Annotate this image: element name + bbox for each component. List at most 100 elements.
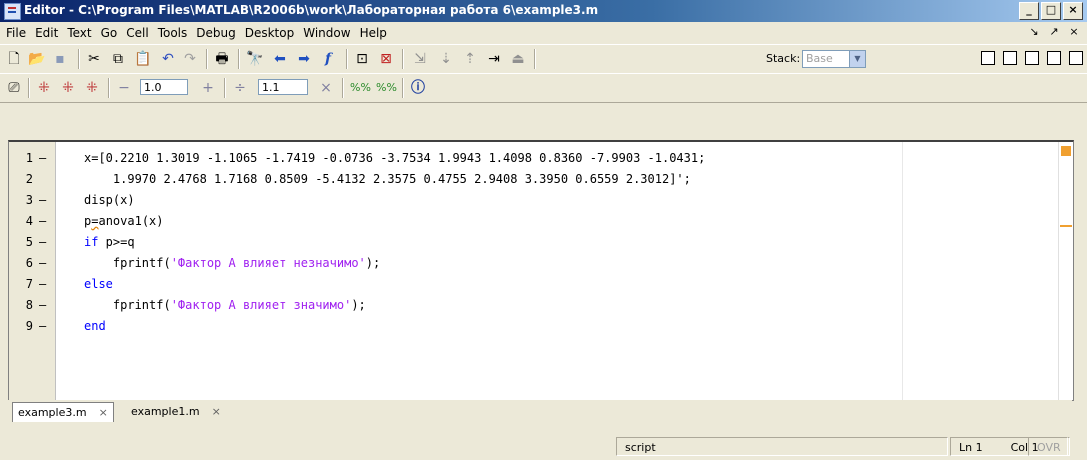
code-line[interactable]: 8– fprintf('Фактор А влияет значимо'); bbox=[9, 295, 1073, 316]
eval-file-icon[interactable]: ⁜ bbox=[60, 80, 76, 96]
menu-desktop[interactable]: Desktop bbox=[245, 26, 295, 40]
line-number: 5 bbox=[25, 235, 33, 249]
code-line[interactable]: 7– else bbox=[9, 274, 1073, 295]
tab-example1[interactable]: example1.m × bbox=[126, 402, 226, 421]
menu-go[interactable]: Go bbox=[101, 26, 118, 40]
decrement-button[interactable]: − bbox=[116, 80, 132, 96]
open-icon[interactable]: 📂 bbox=[28, 51, 45, 67]
breakpoint-marker[interactable]: – bbox=[39, 190, 46, 211]
warning-marker[interactable] bbox=[1060, 225, 1072, 227]
eval-cell-icon[interactable]: ⎚ bbox=[6, 80, 22, 96]
close-tab-icon[interactable]: × bbox=[212, 405, 221, 418]
eval-cell-advance-icon[interactable]: ⁜ bbox=[36, 80, 52, 96]
breakpoint-marker[interactable]: – bbox=[39, 316, 46, 337]
line-number: 4 bbox=[25, 214, 33, 228]
step-out-icon[interactable]: ⇡ bbox=[462, 51, 478, 67]
insert-cell-divider-icon[interactable]: %% bbox=[350, 80, 371, 96]
multiply-button[interactable]: × bbox=[318, 80, 334, 96]
code-text[interactable]: if p>=q bbox=[84, 232, 135, 253]
analyzer-bar[interactable] bbox=[1058, 142, 1073, 400]
code-line[interactable]: 9– end bbox=[9, 316, 1073, 337]
code-text[interactable]: x=[0.2210 1.3019 -1.1065 -1.7419 -0.0736… bbox=[84, 148, 705, 169]
main-toolbar: 🗋 📂 ▪ ✂ ⧉ 📋 ↶ ↷ 🖶 🔭 ⬅ ➡ f ⊡ ⊠ ⇲ ⇣ ⇡ ⇥ ⏏ … bbox=[0, 44, 1087, 74]
menu-debug[interactable]: Debug bbox=[196, 26, 235, 40]
float-window-icon[interactable] bbox=[1047, 51, 1061, 65]
tile-columns-icon[interactable] bbox=[1003, 51, 1017, 65]
breakpoint-marker[interactable]: – bbox=[39, 148, 46, 169]
stack-dropdown[interactable]: Base ▼ bbox=[802, 50, 866, 68]
clear-breakpoints-icon[interactable]: ⊠ bbox=[378, 51, 394, 67]
cell-value-field-1[interactable]: 1.0 bbox=[140, 79, 188, 95]
menu-help[interactable]: Help bbox=[360, 26, 387, 40]
code-text[interactable]: 1.9970 2.4768 1.7168 0.8509 -5.4132 2.35… bbox=[84, 169, 691, 190]
breakpoint-marker[interactable]: – bbox=[39, 295, 46, 316]
minimize-button[interactable]: _ bbox=[1019, 2, 1039, 20]
warning-indicator-icon[interactable] bbox=[1061, 146, 1071, 156]
find-icon[interactable]: 🔭 bbox=[246, 51, 263, 67]
breakpoint-marker[interactable]: – bbox=[39, 232, 46, 253]
code-text[interactable]: else bbox=[84, 274, 113, 295]
undo-icon[interactable]: ↶ bbox=[160, 51, 176, 67]
function-icon[interactable]: f bbox=[320, 51, 336, 67]
line-number: 6 bbox=[25, 256, 33, 270]
paste-icon[interactable]: 📋 bbox=[134, 51, 151, 67]
remove-cell-divider-icon[interactable]: %% bbox=[376, 80, 397, 96]
code-editor[interactable]: 1– x=[0.2210 1.3019 -1.1065 -1.7419 -0.07… bbox=[8, 140, 1074, 401]
menu-tools[interactable]: Tools bbox=[158, 26, 188, 40]
menu-edit[interactable]: Edit bbox=[35, 26, 58, 40]
chevron-down-icon[interactable]: ▼ bbox=[849, 51, 865, 67]
maximize-button[interactable]: □ bbox=[1041, 2, 1061, 20]
status-ovr: OVR bbox=[1028, 437, 1068, 456]
code-text[interactable]: disp(x) bbox=[84, 190, 135, 211]
matlab-editor-icon[interactable] bbox=[4, 3, 21, 20]
step-icon[interactable]: ⇲ bbox=[412, 51, 428, 67]
close-doc-icon[interactable]: × bbox=[1067, 25, 1081, 38]
new-file-icon[interactable]: 🗋 bbox=[6, 51, 22, 67]
redo-icon[interactable]: ↷ bbox=[182, 51, 198, 67]
code-line[interactable]: 1– x=[0.2210 1.3019 -1.1065 -1.7419 -0.07… bbox=[9, 148, 1073, 169]
single-window-icon[interactable] bbox=[1069, 51, 1083, 65]
close-tab-icon[interactable]: × bbox=[99, 406, 108, 419]
menu-window[interactable]: Window bbox=[303, 26, 350, 40]
print-icon[interactable]: 🖶 bbox=[214, 51, 230, 67]
stack-label: Stack: bbox=[766, 52, 801, 65]
code-text[interactable]: fprintf('Фактор А влияет незначимо'); bbox=[84, 253, 380, 274]
menu-file[interactable]: File bbox=[6, 26, 26, 40]
exit-debug-icon[interactable]: ⏏ bbox=[510, 51, 526, 67]
undock-icon[interactable]: ↘ bbox=[1027, 25, 1041, 38]
step-in-icon[interactable]: ⇣ bbox=[438, 51, 454, 67]
menu-bar: File Edit Text Go Cell Tools Debug Desktop Windo… bbox=[0, 22, 1087, 44]
help-info-icon[interactable]: ⓘ bbox=[410, 80, 426, 96]
copy-icon[interactable]: ⧉ bbox=[110, 51, 126, 67]
cut-icon[interactable]: ✂ bbox=[86, 51, 102, 67]
next-cell-icon[interactable]: ⁜ bbox=[84, 80, 100, 96]
divide-button[interactable]: ÷ bbox=[232, 80, 248, 96]
save-icon[interactable]: ▪ bbox=[52, 51, 68, 67]
tab-example3[interactable]: example3.m × bbox=[12, 402, 114, 422]
status-mode: script bbox=[616, 437, 948, 456]
maximize-doc-icon[interactable]: ↗ bbox=[1047, 25, 1061, 38]
code-text[interactable]: end bbox=[84, 316, 106, 337]
menu-text[interactable]: Text bbox=[67, 26, 91, 40]
continue-icon[interactable]: ⇥ bbox=[486, 51, 502, 67]
back-icon[interactable]: ⬅ bbox=[272, 51, 288, 67]
tile-rows-icon[interactable] bbox=[1025, 51, 1039, 65]
code-line[interactable]: 6– fprintf('Фактор А влияет незначимо'); bbox=[9, 253, 1073, 274]
breakpoint-marker[interactable]: – bbox=[39, 274, 46, 295]
breakpoint-marker[interactable]: – bbox=[39, 253, 46, 274]
breakpoint-marker[interactable]: – bbox=[39, 211, 46, 232]
forward-icon[interactable]: ➡ bbox=[296, 51, 312, 67]
menu-cell[interactable]: Cell bbox=[126, 26, 148, 40]
code-line[interactable]: 2 1.9970 2.4768 1.7168 0.8509 -5.4132 2.… bbox=[9, 169, 1073, 190]
line-number: 8 bbox=[25, 298, 33, 312]
set-breakpoint-icon[interactable]: ⊡ bbox=[354, 51, 370, 67]
code-line[interactable]: 4– p=anova1(x) bbox=[9, 211, 1073, 232]
close-button[interactable]: × bbox=[1063, 2, 1083, 20]
cell-value-field-2[interactable]: 1.1 bbox=[258, 79, 308, 95]
code-line[interactable]: 5– if p>=q bbox=[9, 232, 1073, 253]
code-text[interactable]: fprintf('Фактор А влияет значимо'); bbox=[84, 295, 366, 316]
tile-grid-icon[interactable] bbox=[981, 51, 995, 65]
increment-button[interactable]: + bbox=[200, 80, 216, 96]
code-text[interactable]: p=anova1(x) bbox=[84, 211, 164, 232]
code-line[interactable]: 3– disp(x) bbox=[9, 190, 1073, 211]
